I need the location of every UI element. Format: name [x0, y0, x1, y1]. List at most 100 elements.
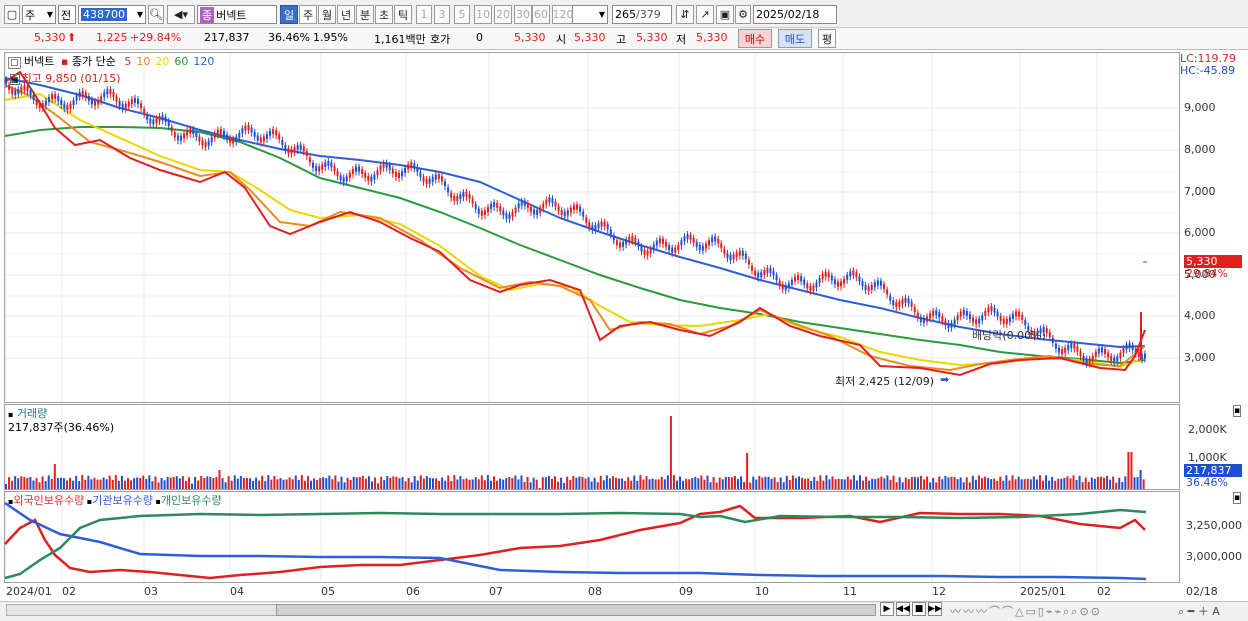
drawing-tools-icons[interactable]: 〰〰〰⌒⌒△▭▯⌁⌁⌕⌕⊙⊙ [950, 603, 1102, 619]
x-tick-label: 08 [588, 585, 602, 598]
save-icon[interactable]: ▣ [716, 5, 734, 24]
next-icon[interactable]: ▶ [880, 602, 894, 616]
ma-period-label: 10 [136, 55, 151, 68]
volume-ratio: 36.46% [268, 31, 310, 44]
stock-name-field[interactable]: 종 버넥트 [197, 5, 277, 24]
ma-period-label: 5 [124, 55, 132, 68]
price-ytick: 9,000 [1184, 101, 1216, 114]
rewind-icon[interactable]: ◀◀ [896, 602, 910, 616]
price-panel[interactable] [4, 52, 1180, 403]
low-note: 최저 2,425 (12/09) [835, 375, 935, 388]
chevron-down-icon: ▼ [136, 10, 143, 19]
interval-tab[interactable]: 30 [514, 5, 532, 24]
low-label: 저 [676, 33, 687, 46]
open-label: 시 [556, 33, 567, 46]
market-value: 주 [25, 8, 36, 22]
interval-tab[interactable]: 10 [474, 5, 492, 24]
ma-period-label: 120 [193, 55, 215, 68]
open-value: 5,330 [574, 31, 606, 44]
x-tick-label: 11 [843, 585, 857, 598]
period-tab[interactable]: 분 [356, 5, 374, 24]
volume-panel[interactable] [4, 404, 1180, 490]
compare-icon[interactable]: ⇵ [676, 5, 694, 24]
code-input[interactable]: 438700 ▼ [78, 5, 146, 24]
window-icon[interactable]: ▢ [4, 5, 20, 24]
price-ytick: 5,000 [1184, 268, 1216, 281]
turnover: 1.95% [313, 31, 348, 44]
speaker-icon[interactable]: ◀▾ [167, 5, 195, 24]
buy-button[interactable]: 매수 [738, 29, 772, 48]
period-tab[interactable]: 주 [299, 5, 317, 24]
x-tick-label: 05 [321, 585, 335, 598]
interval-tab[interactable]: 120 [552, 5, 574, 24]
panel-icon[interactable]: ▢ [8, 57, 21, 69]
price-ytick: 8,000 [1184, 143, 1216, 156]
count-value: 265 [615, 8, 636, 21]
x-tick-label: 07 [489, 585, 503, 598]
volume-ytick: 2,000K [1188, 423, 1227, 436]
x-tick-label: 10 [755, 585, 769, 598]
price-ytick: 3,000 [1184, 351, 1216, 364]
hoga-label: 호가 [430, 33, 451, 46]
hc-label: HC:-45.89 [1180, 64, 1236, 77]
legend-bullet: ▪ [152, 497, 161, 506]
stock-name: 버넥트 [216, 8, 247, 22]
search-icon[interactable]: 🔍︎ [148, 5, 164, 24]
volume-tag-pct: 36.46% [1186, 476, 1228, 489]
maximize-icon[interactable]: ▪ [1233, 405, 1242, 417]
interval-tab[interactable]: 60 [532, 5, 550, 24]
toolbar: ▢ 주 ▼ 전 438700 ▼ 🔍︎ ◀▾ 종 버넥트 일주월년분초틱 1 3 5 10 2… [0, 0, 1248, 28]
interval-tab[interactable]: 5 [454, 5, 470, 24]
maximize-icon[interactable]: ▪ [1233, 492, 1242, 504]
count-field[interactable]: 265/379 [612, 5, 672, 24]
ma-bullet: ▪ [60, 55, 69, 68]
interval-tab[interactable]: 3 [434, 5, 450, 24]
fast-forward-icon[interactable]: ▶▶ [928, 602, 942, 616]
high-label: 고 [616, 33, 627, 46]
zoom-icons[interactable]: ⌕ ━ ＋ A [1178, 603, 1220, 619]
stop-icon[interactable]: ■ [912, 602, 926, 616]
ma-period-label: 20 [155, 55, 170, 68]
interval-tab[interactable]: 20 [494, 5, 512, 24]
period-tab[interactable]: 틱 [394, 5, 412, 24]
high-note-text: 최고 9,850 (01/15) [21, 72, 121, 85]
scroll-thumb[interactable] [276, 604, 876, 616]
quote-bar: 5,330 ⬆ 1,225 +29.84% 217,837 36.46% 1.9… [0, 28, 1248, 50]
price-ytick: 6,000 [1184, 226, 1216, 239]
volume-readout: 217,837주(36.46%) [8, 421, 115, 434]
price-change-pct: +29.84% [130, 31, 182, 44]
trade-amount: 1,161백만 [374, 33, 426, 46]
x-axis-end: 02/18 [1186, 585, 1218, 598]
close-value: 5,330 [514, 31, 546, 44]
bullet-icon: ▪ [8, 410, 14, 419]
holding-ytick: 3,250,000 [1186, 519, 1242, 532]
x-tick-label: 06 [406, 585, 420, 598]
price-change: 1,225 [96, 31, 128, 44]
prev-button[interactable]: 전 [58, 5, 76, 24]
sell-button[interactable]: 매도 [778, 29, 812, 48]
panel-title: 버넥트 [24, 55, 55, 68]
chevron-down-icon: ▼ [46, 10, 53, 19]
price-ytick: 7,000 [1184, 185, 1216, 198]
period-tab[interactable]: 일 [280, 5, 298, 24]
price-ytick: 4,000 [1184, 309, 1216, 322]
market-select[interactable]: 주 ▼ [22, 5, 56, 24]
x-tick-label: 04 [230, 585, 244, 598]
date-field[interactable]: 2025/02/18 [753, 5, 837, 24]
x-tick-label: 09 [679, 585, 693, 598]
chevron-down-icon: ▼ [598, 10, 605, 19]
gear-icon[interactable]: ⚙ [735, 5, 751, 24]
interval-tab[interactable]: 1 [416, 5, 432, 24]
current-price: 5,330 [34, 31, 66, 44]
interval-select[interactable]: ▼ [572, 5, 608, 24]
period-tab[interactable]: 초 [375, 5, 393, 24]
period-tab[interactable]: 월 [318, 5, 336, 24]
draw-icon[interactable]: ↗ [696, 5, 714, 24]
eval-button[interactable]: 평 [818, 29, 836, 48]
period-tab[interactable]: 년 [337, 5, 355, 24]
x-tick-label: 02 [1097, 585, 1111, 598]
x-tick-label: 12 [932, 585, 946, 598]
x-tick-label: 2024/01 [6, 585, 52, 598]
hoga-value: 0 [476, 31, 483, 44]
holding-axis [1180, 491, 1244, 583]
